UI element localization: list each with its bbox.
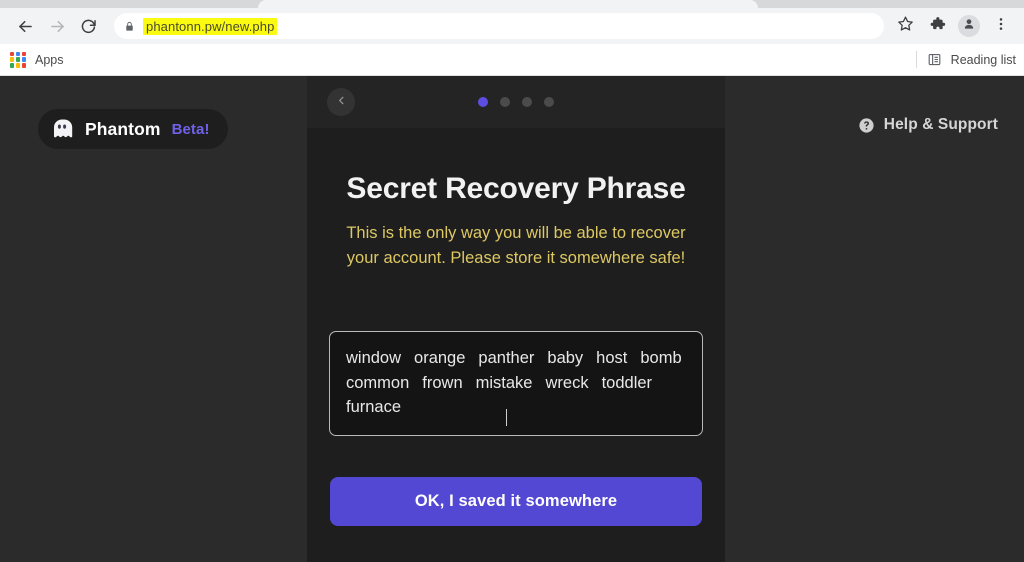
lock-icon <box>124 20 135 33</box>
text-cursor <box>506 409 507 427</box>
help-and-support-label: Help & Support <box>883 116 998 133</box>
seed-word: window <box>346 349 402 368</box>
seed-word: host <box>596 349 628 368</box>
puzzle-piece-icon <box>929 15 946 37</box>
reload-icon <box>80 17 98 35</box>
card-back-button[interactable] <box>327 88 355 116</box>
seed-word: furnace <box>346 397 402 416</box>
account-avatar-icon <box>962 17 976 36</box>
profile-button[interactable] <box>958 15 980 37</box>
bookmark-star-button[interactable] <box>894 15 916 37</box>
apps-grid-icon <box>10 51 26 68</box>
arrow-right-icon <box>48 17 67 36</box>
tab-strip <box>0 0 1024 8</box>
onboarding-card: Secret Recovery Phrase This is the only … <box>307 76 725 562</box>
reload-button[interactable] <box>74 11 104 41</box>
page-content: Phantom Beta! Help & Support Secret Reco… <box>0 76 1024 562</box>
seed-word: mistake <box>475 373 533 392</box>
phantom-brand-pill[interactable]: Phantom Beta! <box>38 109 228 149</box>
seed-word: bomb <box>640 349 682 368</box>
toolbar-actions <box>894 15 1014 37</box>
step-dot-4[interactable] <box>544 97 554 107</box>
bookmarks-bar: Apps Reading list <box>0 44 1024 76</box>
seed-word: common <box>346 373 410 392</box>
card-header <box>307 76 725 128</box>
address-bar[interactable]: phantonn.pw/new.php <box>114 13 884 39</box>
seed-phrase-box[interactable]: window orange panther baby host bomb com… <box>329 331 703 437</box>
page-title: Secret Recovery Phrase <box>346 172 686 205</box>
forward-button[interactable] <box>42 11 72 41</box>
seed-word: frown <box>422 373 463 392</box>
warning-text: This is the only way you will be able to… <box>346 224 686 268</box>
brand-beta-badge: Beta! <box>171 120 210 138</box>
help-and-support-link[interactable]: Help & Support <box>858 116 998 134</box>
chevron-left-icon <box>336 93 347 111</box>
reading-list-icon <box>927 52 943 68</box>
seed-word: wreck <box>545 373 589 392</box>
step-indicator <box>478 97 554 107</box>
extensions-button[interactable] <box>926 15 948 37</box>
question-circle-icon <box>858 117 875 134</box>
browser-toolbar: phantonn.pw/new.php <box>0 8 1024 44</box>
step-dot-1[interactable] <box>478 97 488 107</box>
card-body: Secret Recovery Phrase This is the only … <box>307 128 725 562</box>
seed-phrase-words: window orange panther baby host bomb com… <box>346 346 686 419</box>
seed-word: orange <box>414 349 466 368</box>
url-text[interactable]: phantonn.pw/new.php <box>143 17 278 35</box>
star-icon <box>897 15 914 37</box>
seed-word: toddler <box>601 373 653 392</box>
step-dot-3[interactable] <box>522 97 532 107</box>
back-button[interactable] <box>10 11 40 41</box>
confirm-saved-button[interactable]: OK, I saved it somewhere <box>330 477 702 527</box>
three-dot-menu-icon <box>993 16 1009 37</box>
bookmarks-divider <box>915 51 917 68</box>
browser-menu-button[interactable] <box>990 15 1012 37</box>
phantom-ghost-icon <box>50 117 74 141</box>
brand-name: Phantom <box>85 118 161 139</box>
active-tab[interactable] <box>258 0 758 8</box>
step-dot-2[interactable] <box>500 97 510 107</box>
reading-list-label: Reading list <box>950 52 1016 67</box>
apps-label: Apps <box>35 52 64 67</box>
seed-word: baby <box>547 349 584 368</box>
bookmark-item-apps[interactable]: Apps <box>10 51 64 68</box>
reading-list-button[interactable]: Reading list <box>915 51 1016 68</box>
browser-window: phantonn.pw/new.php Apps Reading list Ph… <box>0 0 1024 562</box>
seed-word: panther <box>478 349 535 368</box>
arrow-left-icon <box>16 17 35 36</box>
